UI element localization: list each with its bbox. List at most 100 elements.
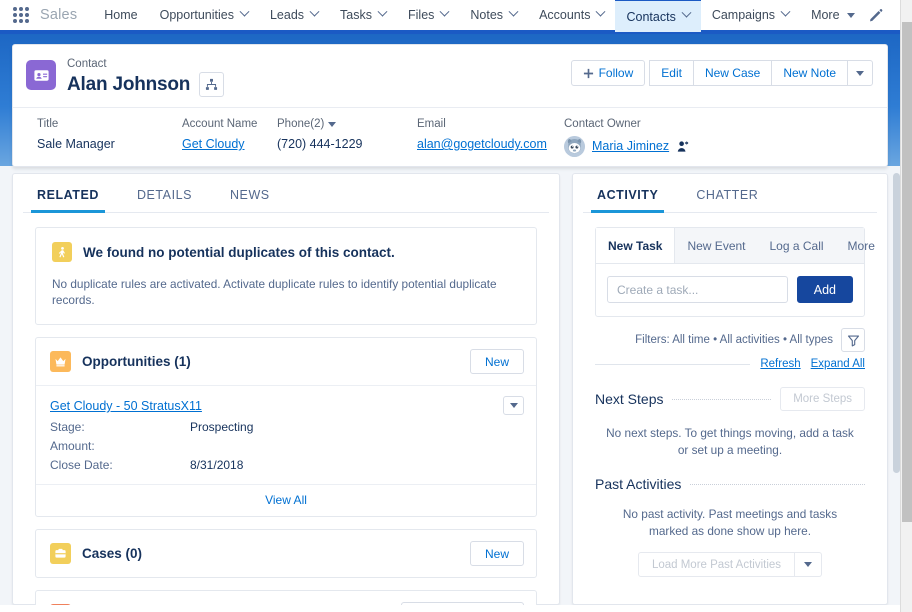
new-note-button-label: New Note xyxy=(783,66,836,80)
funnel-icon[interactable] xyxy=(841,328,865,352)
opportunity-record-link[interactable]: Get Cloudy - 50 StratusX11 xyxy=(50,399,202,413)
owner-name-link[interactable]: Maria Jiminez xyxy=(592,138,669,155)
chevron-down-icon[interactable] xyxy=(847,13,855,18)
create-task-input[interactable] xyxy=(607,276,788,303)
field-title: Title Sale Manager xyxy=(37,117,182,153)
tab-details[interactable]: DETAILS xyxy=(135,174,194,212)
chevron-down-icon[interactable] xyxy=(378,6,388,16)
chevron-down-icon[interactable] xyxy=(596,6,606,16)
field-value-link[interactable]: Get Cloudy xyxy=(182,136,277,153)
nav-item-opportunities[interactable]: Opportunities xyxy=(149,0,259,32)
new-case-button-label: New Case xyxy=(705,66,760,80)
field-label: Title xyxy=(37,117,182,132)
nav-item-label: Files xyxy=(408,8,434,22)
duplicate-check-subtitle: No duplicate rules are activated. Activa… xyxy=(52,276,520,308)
new-opportunity-button[interactable]: New xyxy=(470,349,524,374)
nav-item-contacts[interactable]: Contacts xyxy=(615,0,700,32)
more-steps-button[interactable]: More Steps xyxy=(780,387,865,411)
app-name-label[interactable]: Sales xyxy=(40,7,77,23)
field-email: Email alan@gogetcloudy.com xyxy=(417,117,564,153)
composer-tab-log-a-call[interactable]: Log a Call xyxy=(758,228,836,263)
field-value xyxy=(190,437,522,455)
nav-item-accounts[interactable]: Accounts xyxy=(528,0,615,32)
nav-item-label: Leads xyxy=(270,8,304,22)
tab-label: ACTIVITY xyxy=(597,188,658,202)
field-label: Email xyxy=(417,117,564,132)
next-steps-header: Next Steps More Steps xyxy=(583,387,877,411)
record-tab-list: RELATED DETAILS NEWS xyxy=(23,174,549,213)
chevron-down-icon[interactable] xyxy=(328,122,336,127)
app-launcher-grid-icon[interactable] xyxy=(10,4,32,26)
composer-tab-more[interactable]: More xyxy=(836,228,887,263)
hierarchy-icon[interactable] xyxy=(199,72,224,97)
inner-scrollbar[interactable] xyxy=(893,173,900,605)
tab-label: DETAILS xyxy=(137,188,192,202)
tab-news[interactable]: NEWS xyxy=(228,174,272,212)
load-more-caret-button[interactable] xyxy=(795,552,822,577)
tab-label: More xyxy=(848,239,875,253)
nav-item-campaigns[interactable]: Campaigns xyxy=(701,0,800,32)
pencil-icon[interactable] xyxy=(866,4,886,26)
tab-label: CHATTER xyxy=(696,188,758,202)
past-activities-empty-text: No past activity. Past meetings and task… xyxy=(583,492,877,540)
more-actions-button[interactable] xyxy=(847,60,873,86)
new-case-button[interactable]: New Case xyxy=(693,60,772,86)
page-scrollbar-thumb[interactable] xyxy=(902,22,912,522)
refresh-link[interactable]: Refresh xyxy=(760,358,800,370)
next-steps-empty-text: No next steps. To get things moving, add… xyxy=(583,411,877,459)
related-list-title: Cases (0) xyxy=(82,546,142,561)
inner-scrollbar-thumb[interactable] xyxy=(893,173,900,473)
main-content: RELATED DETAILS NEWS xyxy=(12,173,888,605)
change-owner-icon[interactable] xyxy=(677,140,689,153)
field-value: Sale Manager xyxy=(37,136,182,153)
record-object-label: Contact xyxy=(67,57,224,71)
edit-button-label: Edit xyxy=(661,66,682,80)
nav-item-more[interactable]: More xyxy=(800,0,865,32)
tab-related[interactable]: RELATED xyxy=(35,174,101,212)
opportunity-crown-icon xyxy=(50,351,71,372)
nav-item-home[interactable]: Home xyxy=(93,0,148,32)
new-case-related-button[interactable]: New xyxy=(470,541,524,566)
chevron-down-icon[interactable] xyxy=(681,8,691,18)
chevron-down-icon[interactable] xyxy=(509,6,519,16)
composer-tab-new-event[interactable]: New Event xyxy=(675,228,757,263)
nav-item-files[interactable]: Files xyxy=(397,0,459,32)
new-note-button[interactable]: New Note xyxy=(771,60,848,86)
chevron-down-icon[interactable] xyxy=(781,6,791,16)
chevron-down-icon[interactable] xyxy=(440,6,450,16)
nav-item-tasks[interactable]: Tasks xyxy=(329,0,397,32)
button-label: New xyxy=(485,547,509,561)
tab-activity[interactable]: ACTIVITY xyxy=(595,174,660,212)
field-key: Amount: xyxy=(50,437,190,455)
field-label: Account Name xyxy=(182,117,277,132)
add-task-button[interactable]: Add xyxy=(797,276,853,303)
row-actions-button[interactable] xyxy=(503,396,524,415)
field-label-text: Phone(2) xyxy=(277,117,324,132)
load-more-past-activities-button[interactable]: Load More Past Activities xyxy=(638,552,795,577)
chevron-down-icon[interactable] xyxy=(240,6,250,16)
tab-chatter[interactable]: CHATTER xyxy=(694,174,760,212)
divider xyxy=(690,484,865,485)
hierarchy-icon-svg xyxy=(205,78,218,91)
follow-button[interactable]: Follow xyxy=(571,60,646,86)
divider xyxy=(672,399,771,400)
nav-item-label: Notes xyxy=(470,8,503,22)
case-folder-icon-svg xyxy=(54,547,67,560)
view-all-link[interactable]: View All xyxy=(36,484,536,516)
nav-item-notes[interactable]: Notes xyxy=(459,0,528,32)
activity-filters-row: Filters: All time • All activities • All… xyxy=(583,317,877,352)
plus-icon xyxy=(583,68,594,79)
case-folder-icon xyxy=(50,543,71,564)
field-contact-owner: Contact Owner M xyxy=(564,117,744,157)
expand-all-link[interactable]: Expand All xyxy=(811,358,865,370)
global-navigation-bar: Sales Home Opportunities Leads Tasks Fil… xyxy=(0,0,900,34)
chevron-down-icon xyxy=(510,403,518,408)
page-scrollbar[interactable] xyxy=(900,0,912,612)
chevron-down-icon[interactable] xyxy=(310,6,320,16)
field-value-link[interactable]: alan@gogetcloudy.com xyxy=(417,136,564,153)
composer-tab-new-task[interactable]: New Task xyxy=(596,228,675,263)
tab-label: New Event xyxy=(687,239,745,253)
edit-button[interactable]: Edit xyxy=(649,60,694,86)
related-list-opportunities: Opportunities (1) New Get Cloudy - 50 St… xyxy=(35,337,537,517)
nav-item-leads[interactable]: Leads xyxy=(259,0,329,32)
